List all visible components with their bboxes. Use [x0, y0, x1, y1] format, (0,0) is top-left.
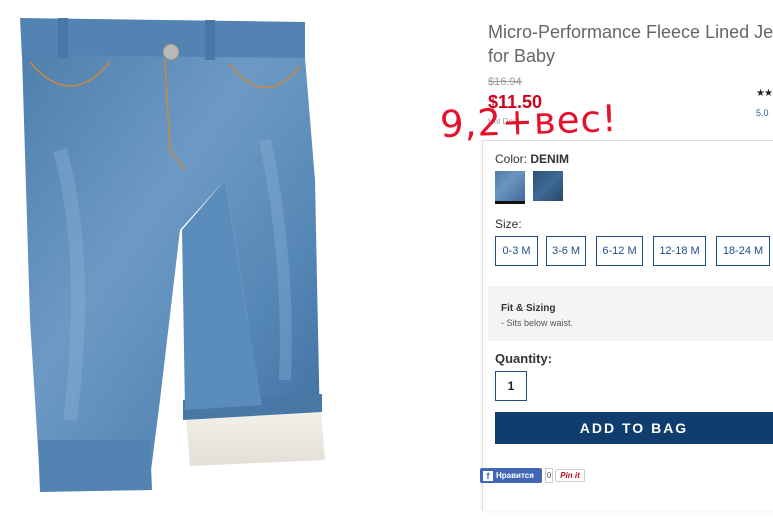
pinterest-button[interactable]: Pin it: [555, 469, 585, 482]
product-title-line2: for Baby: [488, 46, 556, 66]
handwritten-annotation: 9,2+вес!: [439, 96, 619, 147]
fit-sizing-text: - Sits below waist.: [501, 318, 574, 328]
size-label: Size:: [495, 217, 522, 231]
size-button-6-12m[interactable]: 6-12 M: [596, 236, 643, 266]
size-button-18-24m[interactable]: 18-24 M: [716, 236, 770, 266]
size-button-12-18m[interactable]: 12-18 M: [653, 236, 706, 266]
original-price: $16.94: [488, 76, 522, 88]
quantity-input[interactable]: 1: [495, 371, 527, 401]
swatch-denim-light[interactable]: [495, 171, 525, 204]
product-image: [20, 18, 325, 492]
fit-sizing-title: Fit & Sizing: [501, 303, 556, 314]
facebook-like-label: Нравится: [496, 471, 534, 480]
size-button-0-3m[interactable]: 0-3 M: [495, 236, 538, 266]
rating-value[interactable]: 5.0: [756, 108, 769, 118]
color-label-text: Color:: [495, 152, 528, 166]
add-to-bag-button[interactable]: ADD TO BAG: [495, 412, 773, 444]
rating-stars[interactable]: ★★: [756, 88, 773, 99]
product-title-line1: Micro-Performance Fleece Lined Je: [488, 22, 773, 42]
product-title: Micro-Performance Fleece Lined Je for Ba…: [488, 20, 773, 68]
facebook-icon: f: [483, 470, 493, 481]
quantity-label: Quantity:: [495, 351, 553, 366]
facebook-like-count: 0: [545, 468, 553, 483]
selected-color: DENIM: [530, 152, 570, 166]
color-label: Color: DENIM: [495, 152, 569, 166]
swatch-denim-dark[interactable]: [533, 171, 563, 201]
size-button-3-6m[interactable]: 3-6 M: [546, 236, 586, 266]
facebook-like-button[interactable]: f Нравится: [480, 468, 542, 483]
